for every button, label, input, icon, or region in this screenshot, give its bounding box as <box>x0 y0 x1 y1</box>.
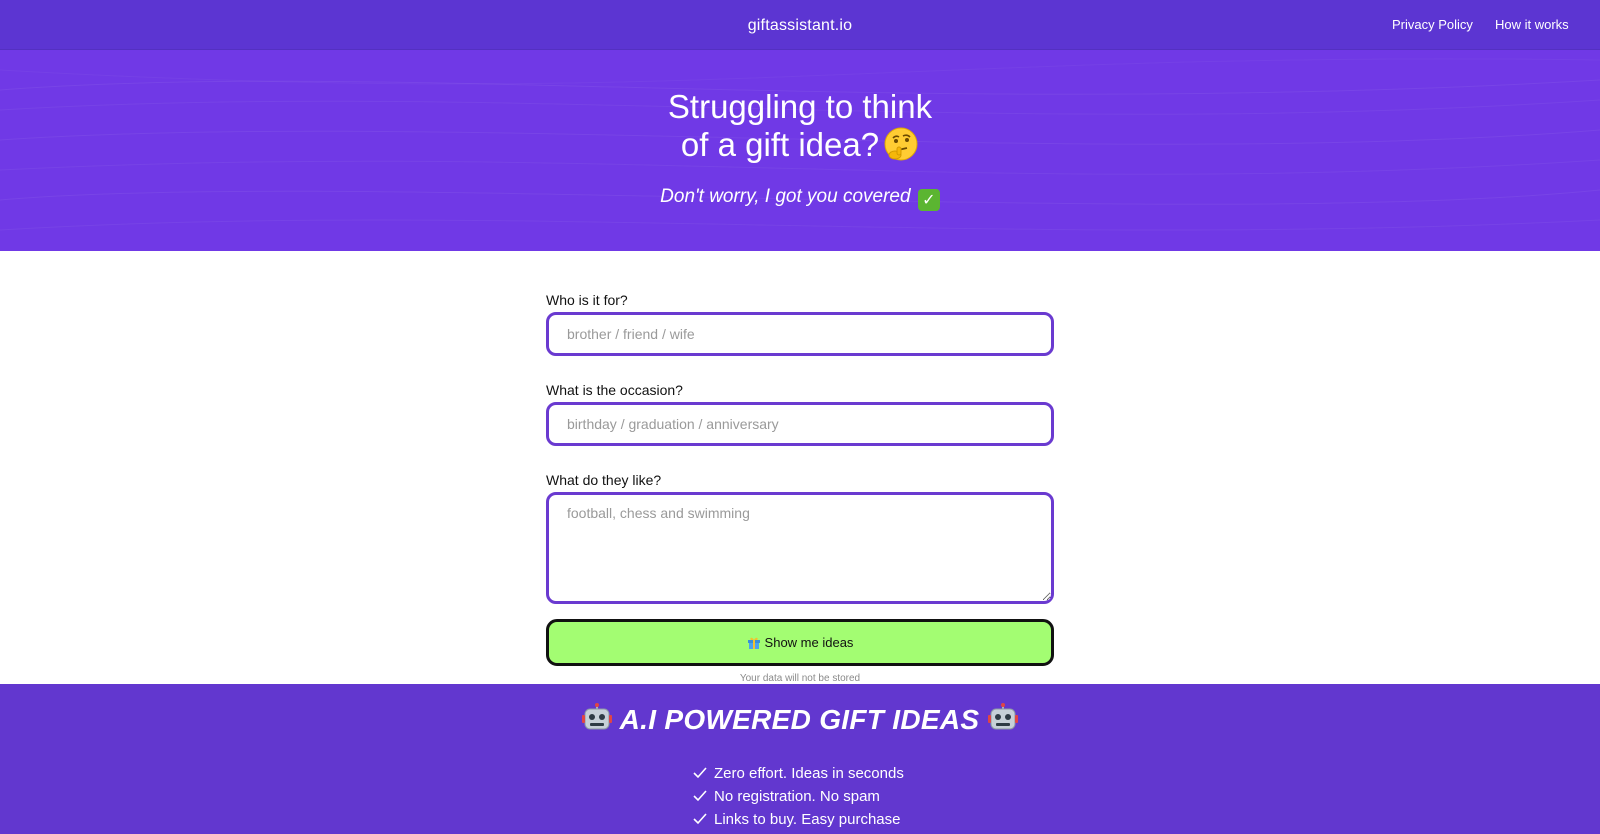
features-title: A.I POWERED GIFT IDEAS <box>0 702 1600 736</box>
interests-textarea[interactable] <box>546 492 1054 604</box>
robot-icon <box>581 703 612 730</box>
features-title-text: A.I POWERED GIFT IDEAS <box>619 704 980 735</box>
feature-text: Links to buy. Easy purchase <box>714 811 901 828</box>
recipient-label: Who is it for? <box>546 292 628 308</box>
feature-text: Zero effort. Ideas in seconds <box>714 765 904 782</box>
check-mark-button-icon: ✓ <box>917 189 940 211</box>
check-icon <box>693 813 707 825</box>
show-me-ideas-button[interactable]: Show me ideas <box>546 619 1054 666</box>
features-section: A.I POWERED GIFT IDEAS Zero effort. Idea… <box>0 684 1600 834</box>
gift-idea-form: Who is it for? What is the occasion? Wha… <box>546 290 1054 684</box>
feature-text: No registration. No spam <box>714 788 880 805</box>
interests-label: What do they like? <box>546 472 662 488</box>
nav-link-how-it-works[interactable]: How it works <box>1495 17 1569 32</box>
occasion-input[interactable] <box>546 402 1054 446</box>
hero-title-line-2-text: of a gift idea? <box>680 126 880 163</box>
occasion-label: What is the occasion? <box>546 382 683 398</box>
hero-subtitle-text: Don't worry, I got you covered <box>660 186 911 207</box>
brand-name[interactable]: giftassistant.io <box>0 0 1600 50</box>
list-item: Links to buy. Easy purchase <box>693 808 904 831</box>
thinking-face-icon <box>884 127 918 161</box>
check-icon <box>693 790 707 802</box>
robot-icon <box>988 703 1019 730</box>
recipient-input[interactable] <box>546 312 1054 356</box>
show-me-ideas-label: Show me ideas <box>764 635 854 650</box>
hero-subtitle: Don't worry, I got you covered ✓ <box>0 186 1600 211</box>
privacy-note: Your data will not be stored <box>739 673 861 684</box>
list-item: Zero effort. Ideas in seconds <box>693 762 904 785</box>
nav-link-privacy-policy[interactable]: Privacy Policy <box>1392 17 1473 32</box>
hero-title-line-2: of a gift idea? <box>0 126 1600 164</box>
check-icon <box>693 767 707 779</box>
features-list: Zero effort. Ideas in seconds No registr… <box>693 762 904 831</box>
hero-title: Struggling to think of a gift idea? <box>0 88 1600 164</box>
gift-icon <box>747 637 760 649</box>
list-item: No registration. No spam <box>693 785 904 808</box>
top-nav-bar: giftassistant.io Privacy Policy How it w… <box>0 0 1600 50</box>
hero-title-line-1: Struggling to think <box>667 88 933 125</box>
hero-section: Struggling to think of a gift idea? Don'… <box>0 50 1600 251</box>
